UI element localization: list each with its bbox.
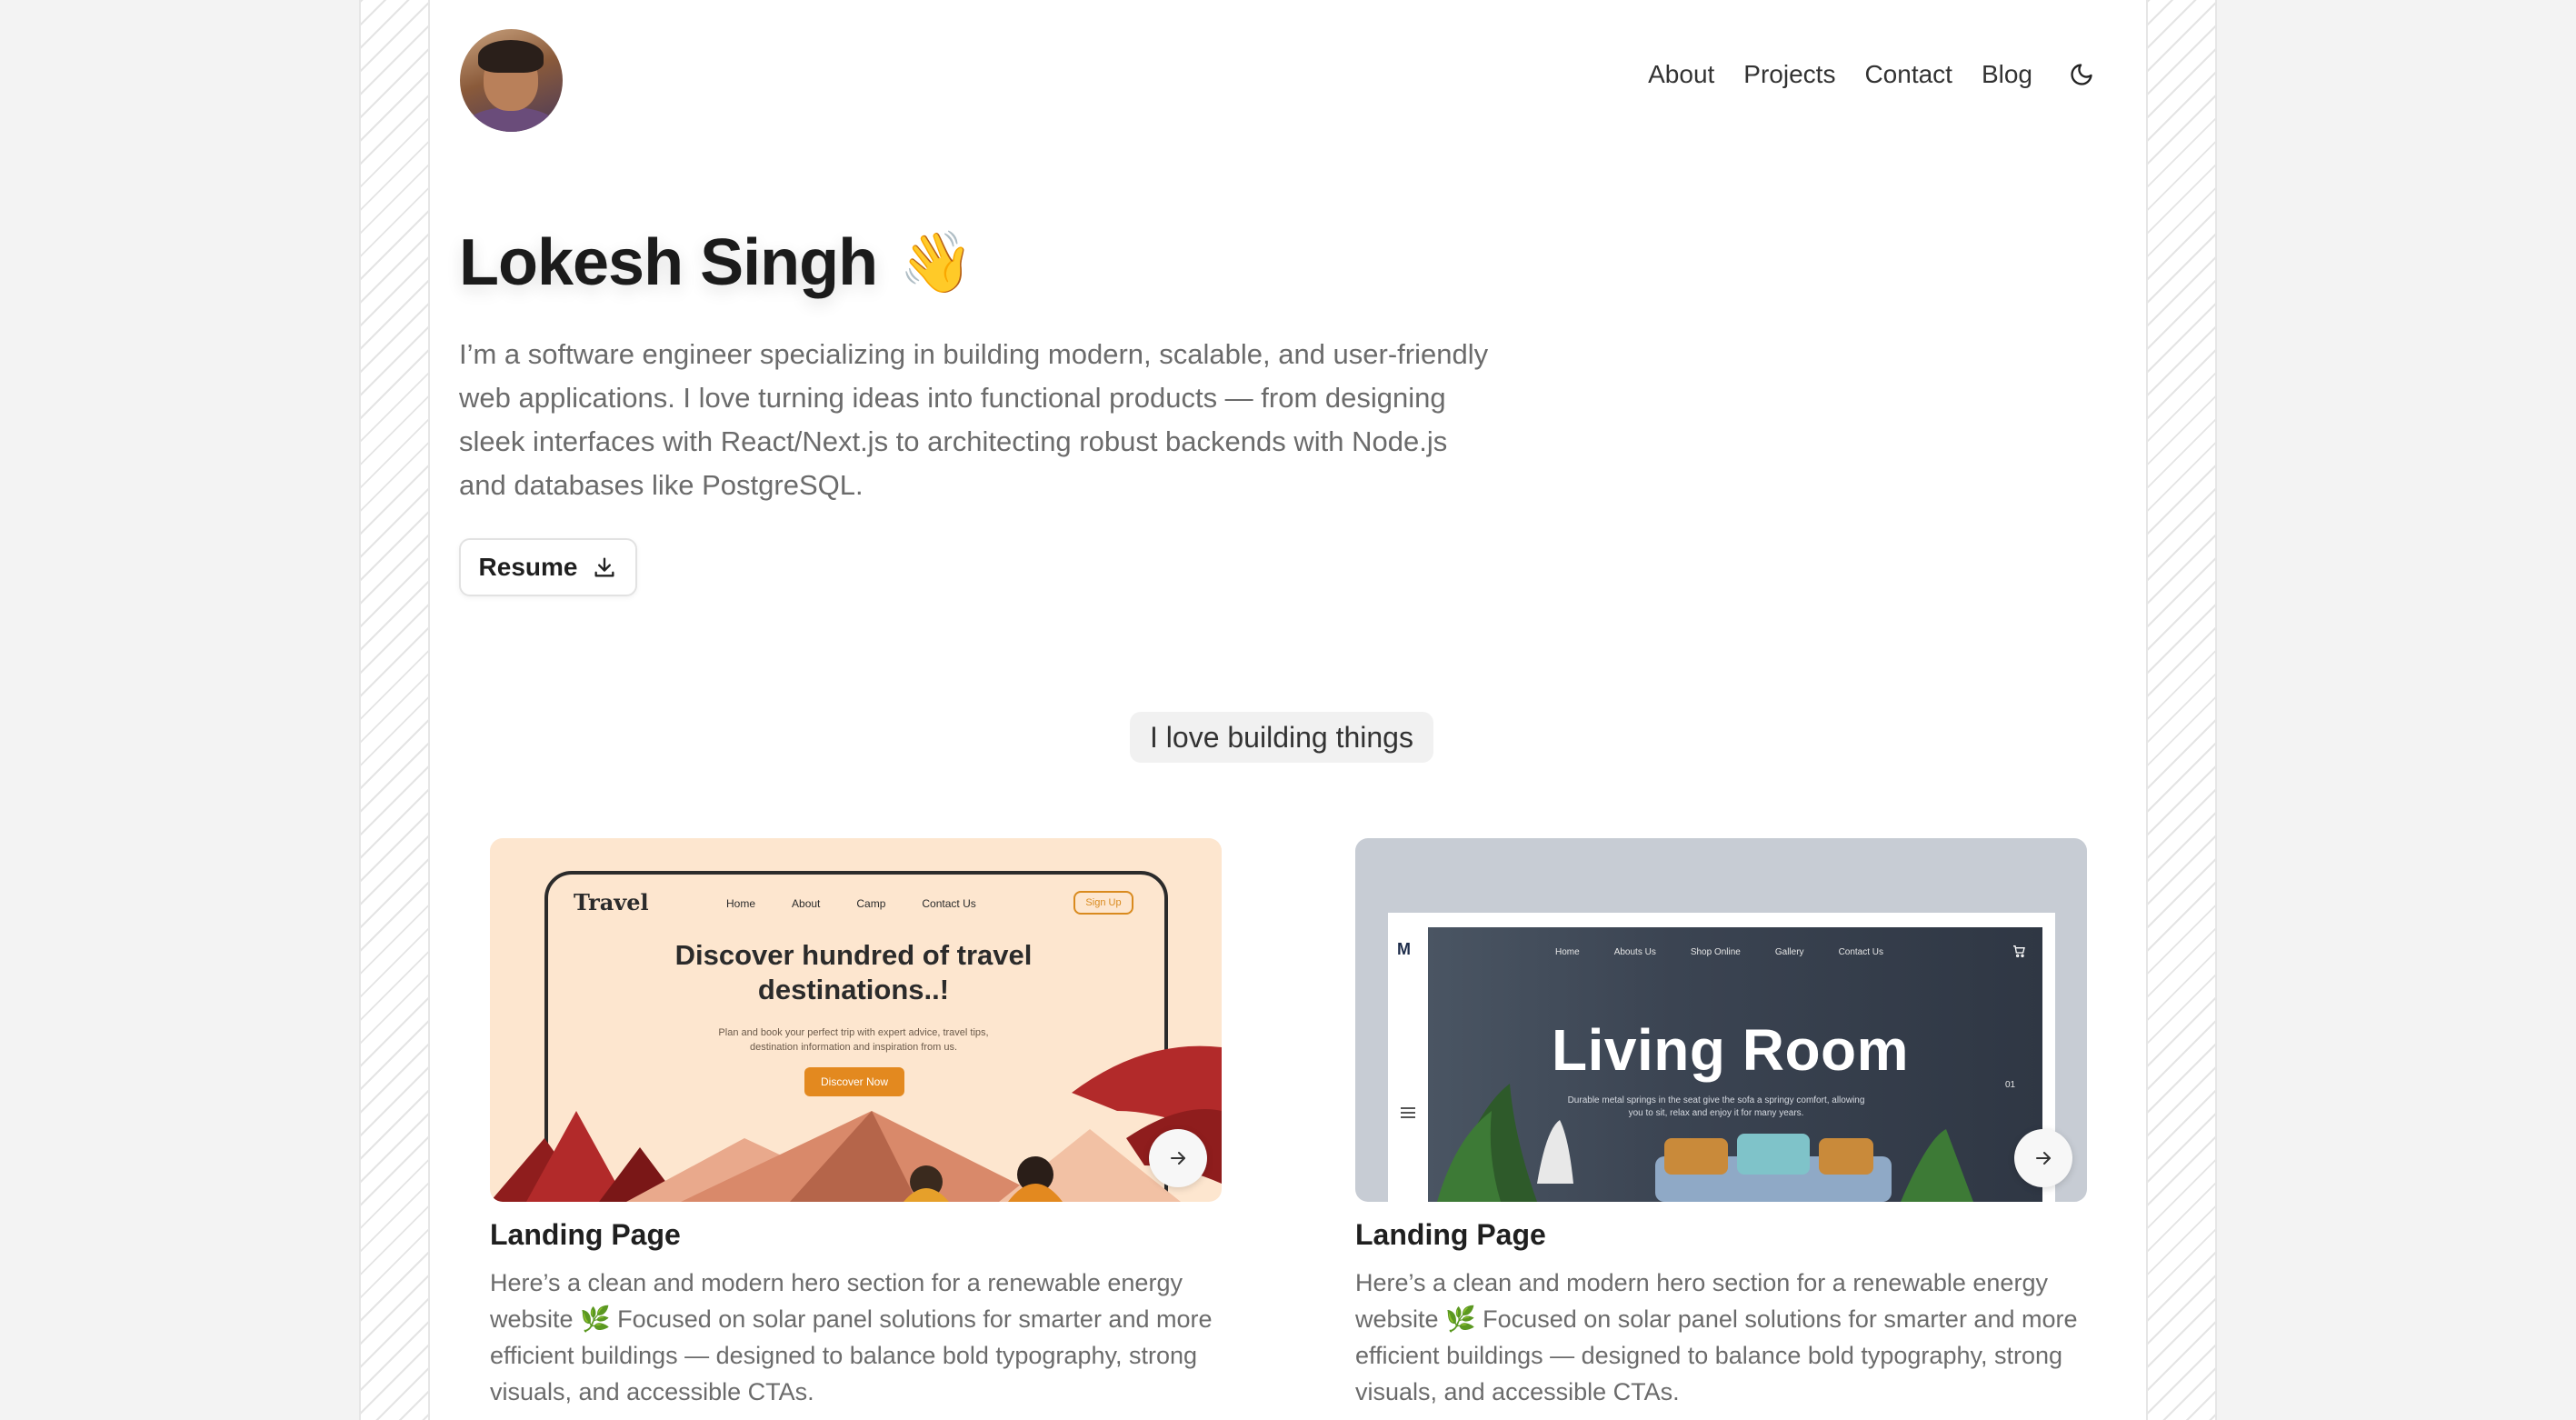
open-project-button[interactable] [1149,1129,1207,1187]
top-nav: About Projects Contact Blog [1648,60,2096,89]
hero-heading: Lokesh Singh 👋 [459,225,973,300]
mock-nav-item: Shop Online [1690,947,1741,957]
project-card[interactable]: Travel Home About Camp Contact Us Sign U… [490,838,1222,1410]
hero-bio: I’m a software engineer specializing in … [459,338,1489,501]
mock-nav-item: Abouts Us [1613,947,1656,957]
theme-toggle-button[interactable] [2067,60,2096,89]
avatar-hair [478,40,544,73]
mock-nav-item: Gallery [1774,947,1804,957]
project-card[interactable]: M Home Abouts Us Shop Online Gallery Con… [1355,838,2087,1410]
nav-contact[interactable]: Contact [1864,62,1952,87]
moon-icon [2071,64,2092,85]
arrow-right-icon [2036,1152,2051,1165]
mountains-illustration [490,1045,1222,1202]
project-thumbnail-living-room[interactable]: M Home Abouts Us Shop Online Gallery Con… [1355,838,2087,1202]
avatar[interactable] [460,29,563,132]
avatar-shirt [465,107,556,132]
mock-nav-item: Home [1555,947,1580,957]
hero-name: Lokesh Singh [459,226,878,299]
cart-icon [2013,945,2025,957]
mock-caption: Durable metal springs in the seat give t… [1567,1095,1865,1118]
mock-headline: Living Room [1552,1017,1910,1083]
right-hatched-rail [2146,0,2217,1420]
page: About Projects Contact Blog Lokesh Singh… [0,0,2576,1420]
nav-blog[interactable]: Blog [1982,62,2032,87]
mock-slide-counter: 01 [2005,1080,2016,1090]
mock-nav-item: Contact Us [1838,947,1884,957]
open-project-button[interactable] [2014,1129,2072,1187]
project-description: Here’s a clean and modern hero section f… [490,1269,1213,1405]
mock-nav: Home Abouts Us Shop Online Gallery Conta… [1555,947,1883,957]
left-hatched-rail [359,0,430,1420]
project-description: Here’s a clean and modern hero section f… [1355,1269,2078,1405]
main-column: About Projects Contact Blog Lokesh Singh… [430,0,2146,1420]
project-thumbnail-travel[interactable]: Travel Home About Camp Contact Us Sign U… [490,838,1222,1202]
nav-projects[interactable]: Projects [1743,62,1835,87]
download-icon [594,557,614,577]
resume-button[interactable]: Resume [459,538,637,596]
arrow-right-icon [1171,1152,1185,1165]
waving-hand-emoji: 👋 [899,227,974,297]
nav-about[interactable]: About [1648,62,1714,87]
project-title[interactable]: Landing Page [490,1218,1222,1252]
section-pill: I love building things [1130,712,1433,763]
project-title[interactable]: Landing Page [1355,1218,2087,1252]
resume-label: Resume [478,553,578,581]
